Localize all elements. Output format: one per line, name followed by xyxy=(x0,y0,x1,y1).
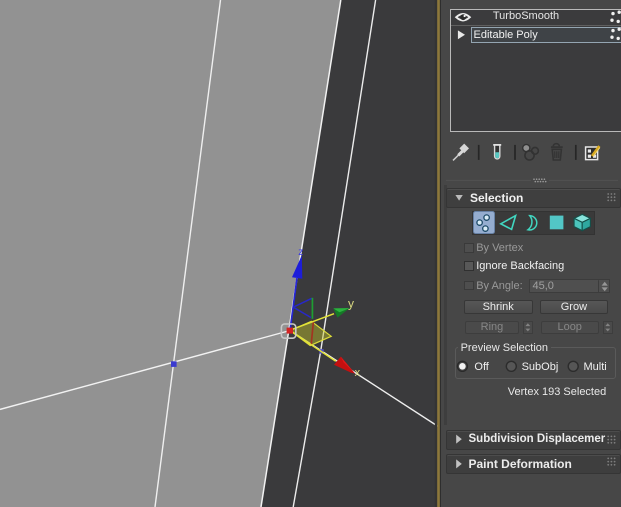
svg-text:y: y xyxy=(348,297,354,311)
svg-text:z: z xyxy=(298,247,303,258)
svg-text:x: x xyxy=(355,367,361,379)
